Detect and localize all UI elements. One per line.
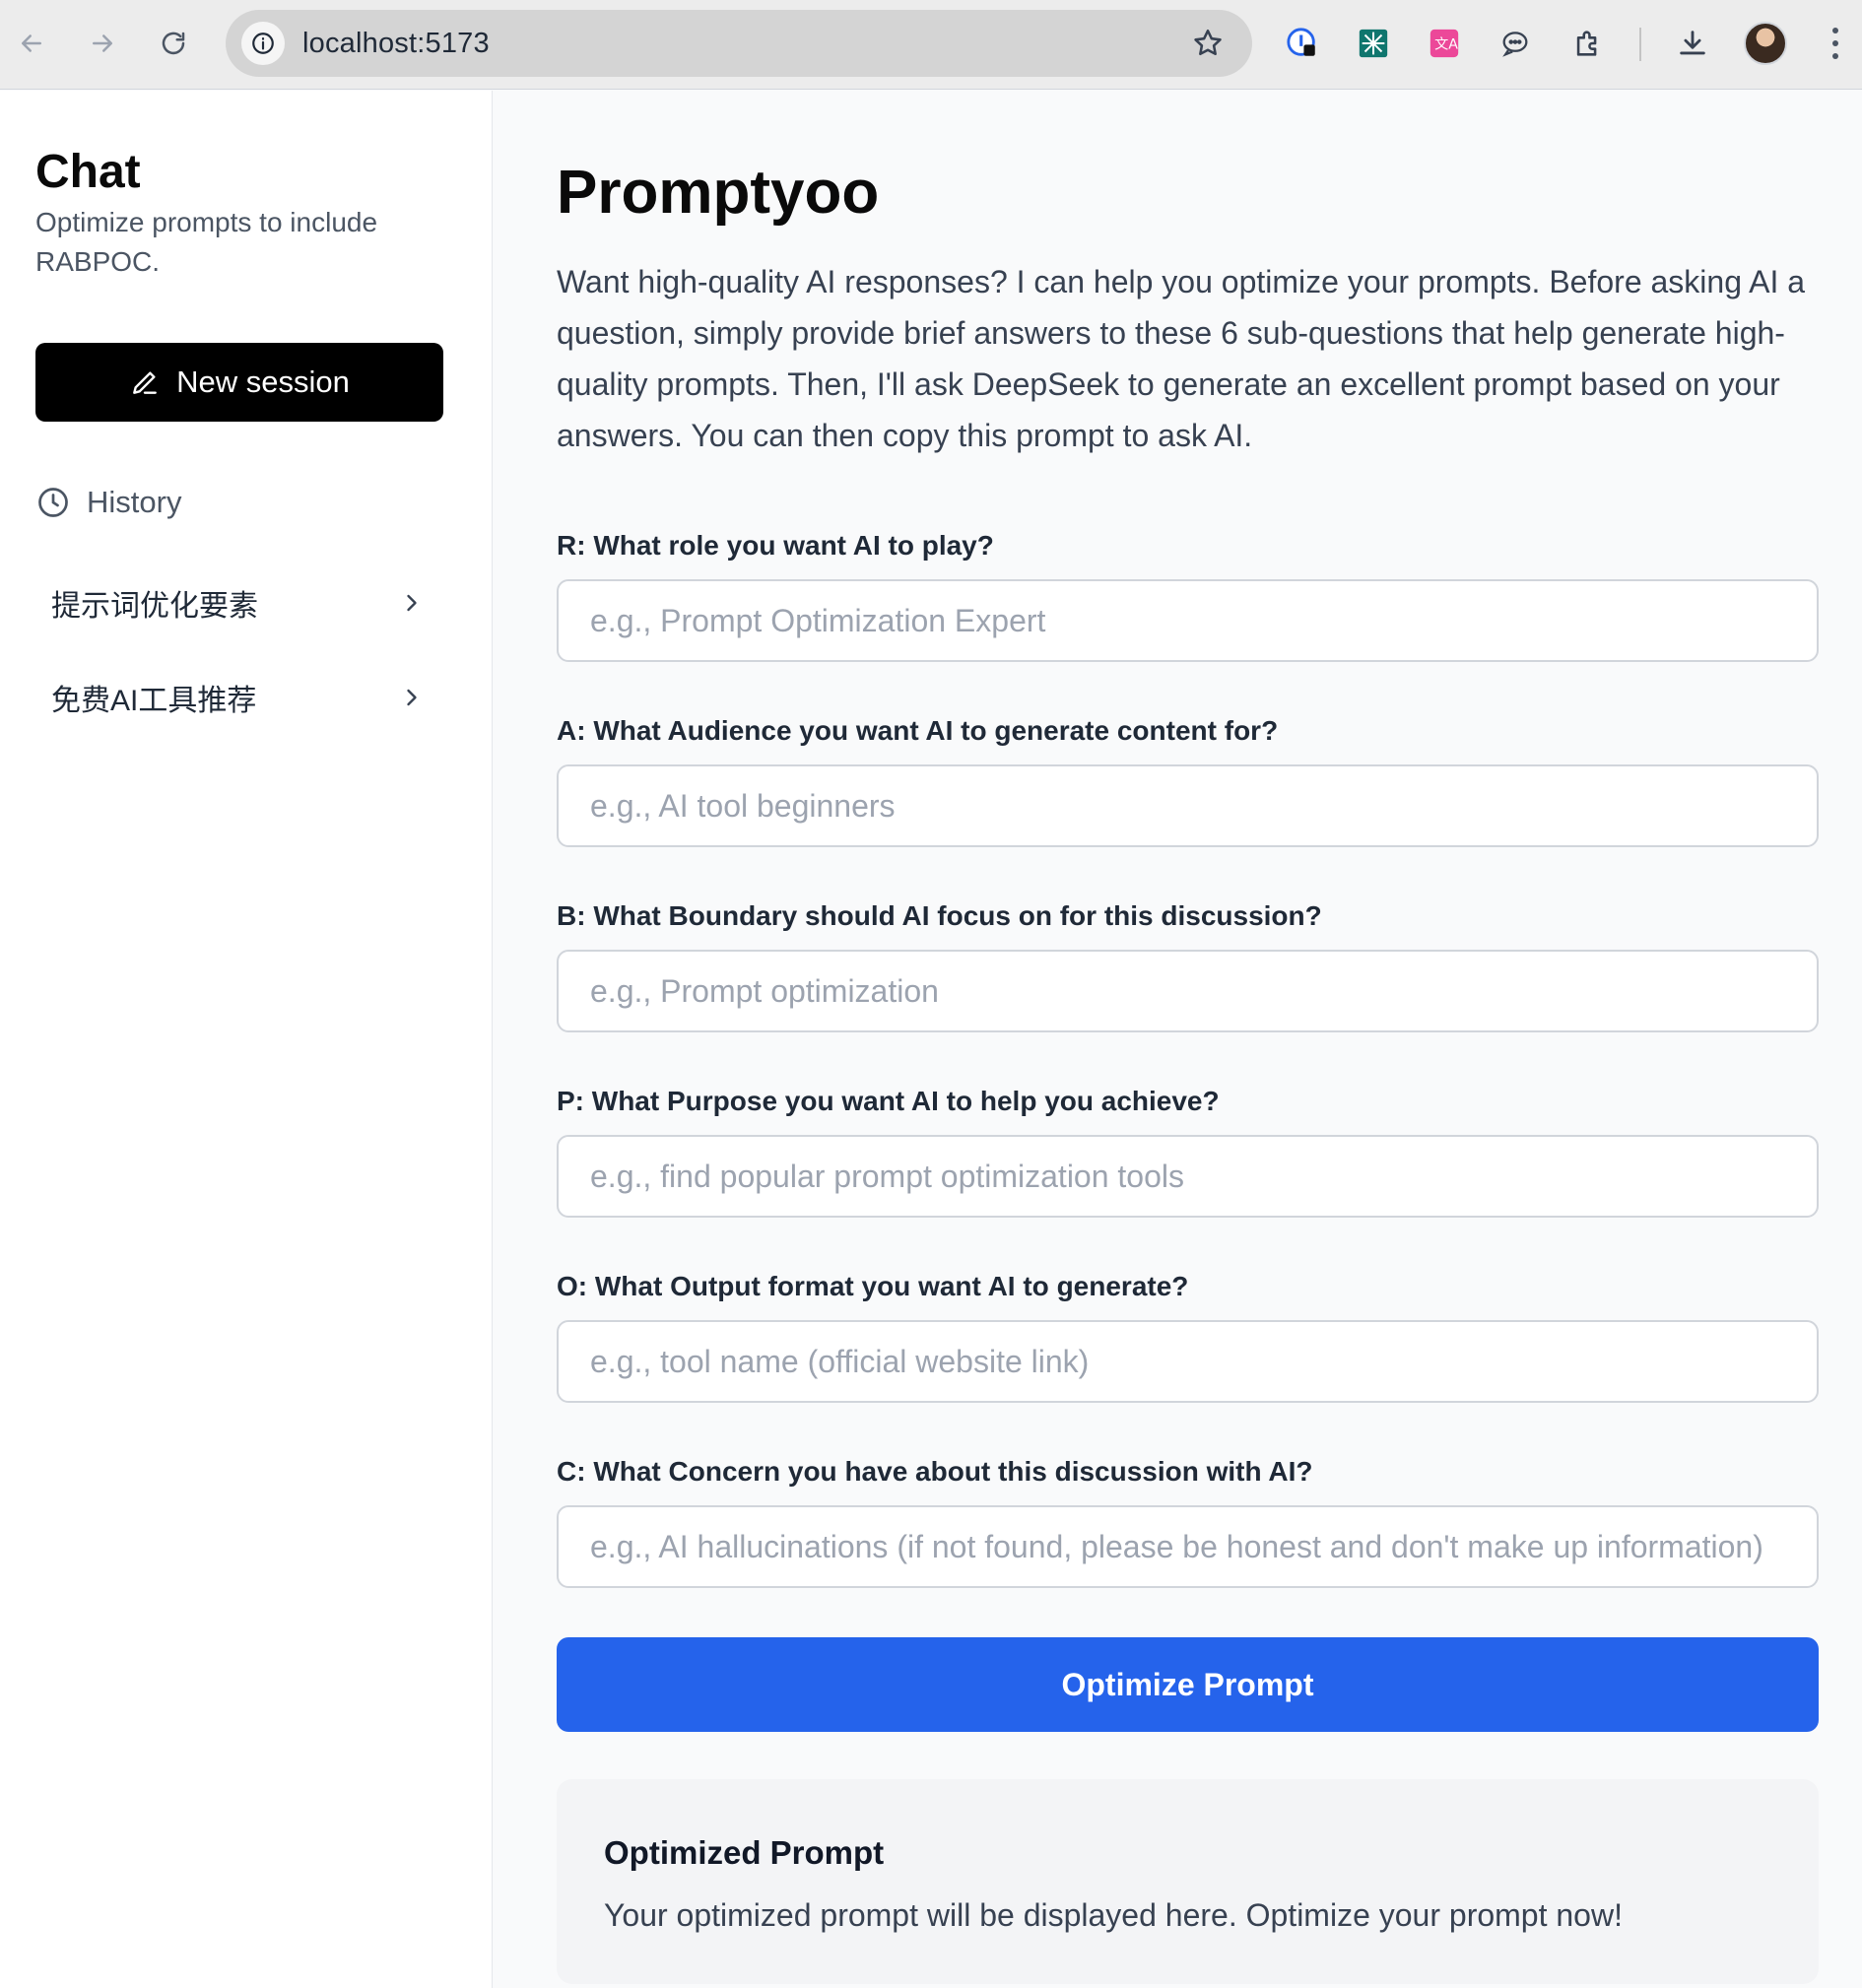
output-input[interactable]: [557, 1320, 1819, 1403]
extensions-puzzle-icon[interactable]: [1566, 22, 1610, 65]
profile-avatar[interactable]: [1744, 22, 1787, 65]
new-session-button[interactable]: New session: [35, 343, 443, 422]
sidebar-subtitle: Optimize prompts to include RABPOC.: [35, 207, 378, 277]
back-button[interactable]: [8, 20, 55, 67]
boundary-label: B: What Boundary should AI focus on for …: [557, 900, 1322, 931]
new-session-label: New session: [176, 364, 350, 399]
address-bar[interactable]: localhost:5173: [226, 10, 1252, 77]
clock-icon: [38, 488, 68, 517]
translate-extension-icon[interactable]: 文A: [1423, 22, 1466, 65]
site-info-button[interactable]: [241, 22, 285, 65]
url-text[interactable]: localhost:5173: [302, 28, 490, 60]
toolbar-divider: [1639, 28, 1641, 61]
arrow-right-icon: [93, 34, 112, 52]
sidebar: Chat Optimize prompts to include RABPOC.…: [0, 91, 493, 1988]
reload-button[interactable]: [150, 20, 197, 67]
download-icon[interactable]: [1671, 22, 1714, 65]
history-header: History: [35, 485, 181, 520]
grid-extension-icon[interactable]: [1352, 22, 1395, 65]
result-text: Your optimized prompt will be displayed …: [604, 1897, 1623, 1933]
concern-input[interactable]: [557, 1505, 1819, 1588]
concern-label: C: What Concern you have about this disc…: [557, 1456, 1313, 1487]
result-title: Optimized Prompt: [604, 1834, 885, 1871]
boundary-input[interactable]: [557, 950, 1819, 1032]
optimized-prompt-panel: Optimized Prompt Your optimized prompt w…: [557, 1779, 1819, 1984]
role-label: R: What role you want AI to play?: [557, 530, 994, 561]
history-label: History: [87, 485, 182, 519]
intro-text: Want high-quality AI responses? I can he…: [557, 264, 1806, 453]
forward-button[interactable]: [79, 20, 126, 67]
pencil-icon: [133, 371, 157, 394]
role-input[interactable]: [557, 579, 1819, 662]
audience-input[interactable]: [557, 764, 1819, 847]
page-title: Promptyoo: [557, 159, 880, 227]
sidebar-title: Chat: [35, 146, 141, 198]
reload-icon: [162, 32, 185, 55]
main-content: Promptyoo Want high-quality AI responses…: [494, 91, 1862, 1988]
bookmark-star-icon[interactable]: [1191, 27, 1225, 60]
purpose-input[interactable]: [557, 1135, 1819, 1218]
output-label: O: What Output format you want AI to gen…: [557, 1271, 1189, 1301]
info-icon: [252, 33, 274, 54]
browser-toolbar: localhost:5173 文A: [0, 0, 1862, 90]
optimize-prompt-button[interactable]: Optimize Prompt: [557, 1637, 1819, 1732]
history-item-label: 提示词优化要素: [51, 590, 258, 623]
chat-bubble-extension-icon[interactable]: [1494, 22, 1537, 65]
browser-menu-icon[interactable]: [1821, 24, 1850, 63]
audience-label: A: What Audience you want AI to generate…: [557, 715, 1279, 746]
chevron-right-icon: [407, 689, 417, 706]
purpose-label: P: What Purpose you want AI to help you …: [557, 1086, 1220, 1116]
history-item-label: 免费AI工具推荐: [51, 685, 257, 717]
chevron-right-icon: [407, 594, 417, 612]
history-item[interactable]: 免费AI工具推荐: [35, 662, 443, 733]
arrow-left-icon: [22, 34, 41, 52]
password-extension-icon[interactable]: [1281, 22, 1324, 65]
svg-text:文A: 文A: [1434, 37, 1458, 53]
history-item[interactable]: 提示词优化要素: [35, 567, 443, 638]
